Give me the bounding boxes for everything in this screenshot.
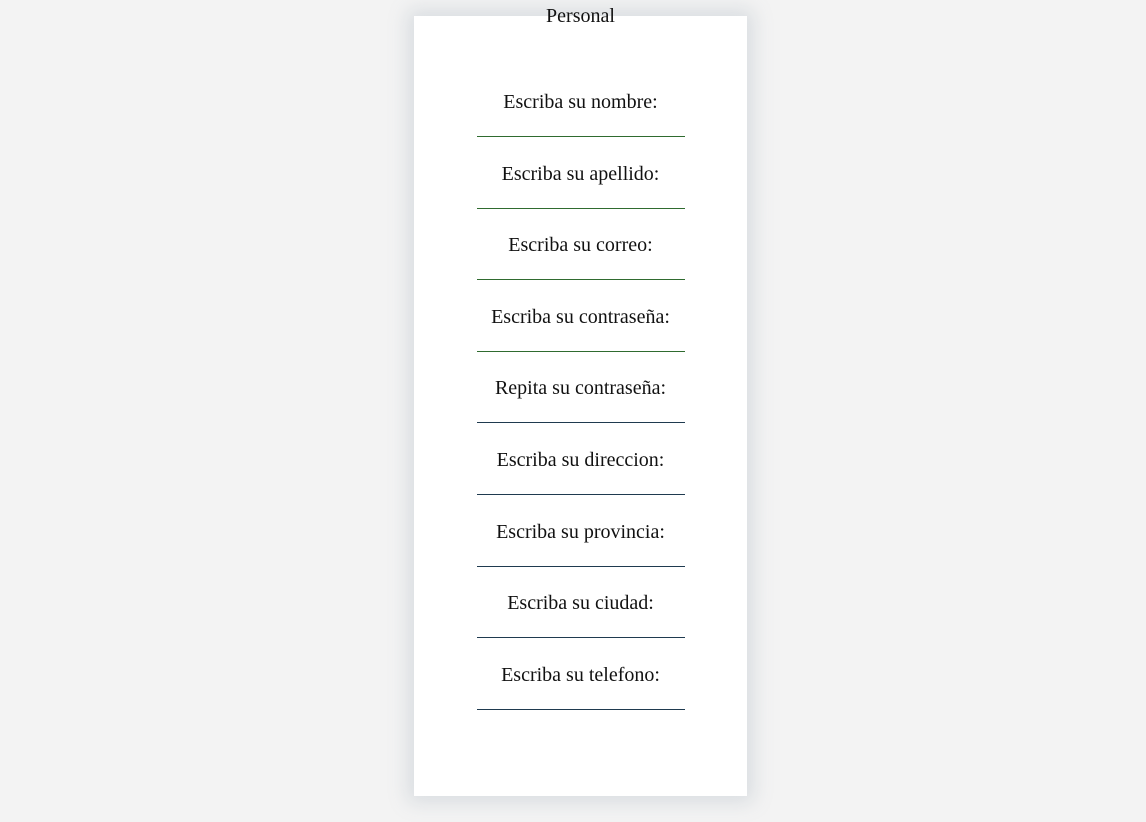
registration-form-card: Personal Escriba su nombre: Escriba su a… [414,6,747,796]
telefono-input[interactable] [477,693,685,710]
field-label-ciudad: Escriba su ciudad: [507,592,654,615]
form-title: Personal [546,5,615,27]
correo-input[interactable] [477,264,685,281]
field-apellido: Escriba su apellido: [414,161,747,233]
ciudad-input[interactable] [477,622,685,639]
field-correo: Escriba su correo: [414,232,747,304]
provincia-input[interactable] [477,550,685,567]
field-nombre: Escriba su nombre: [414,89,747,161]
field-label-nombre: Escriba su nombre: [503,91,658,113]
field-telefono: Escriba su telefono: [414,662,747,734]
field-label-apellido: Escriba su apellido: [501,162,660,185]
repetir-contrasena-input[interactable] [477,407,685,424]
field-provincia: Escriba su provincia: [414,519,747,591]
field-label-repetir-contrasena: Repita su contraseña: [494,377,667,400]
apellido-input[interactable] [477,192,685,209]
field-label-provincia: Escriba su provincia: [496,520,665,543]
field-label-correo: Escriba su correo: [508,234,653,257]
contrasena-input[interactable] [477,335,685,352]
field-label-direccion: Escriba su direccion: [496,448,665,471]
field-repetir-contrasena: Repita su contraseña: [414,375,747,447]
field-label-contrasena: Escriba su contraseña: [491,305,670,328]
nombre-input[interactable] [477,121,685,137]
field-label-telefono: Escriba su telefono: [501,663,660,686]
direccion-input[interactable] [477,478,685,495]
form-fields: Escriba su nombre: Escriba su apellido: … [414,89,747,733]
field-direccion: Escriba su direccion: [414,447,747,519]
field-contrasena: Escriba su contraseña: [414,304,747,376]
field-ciudad: Escriba su ciudad: [414,590,747,662]
